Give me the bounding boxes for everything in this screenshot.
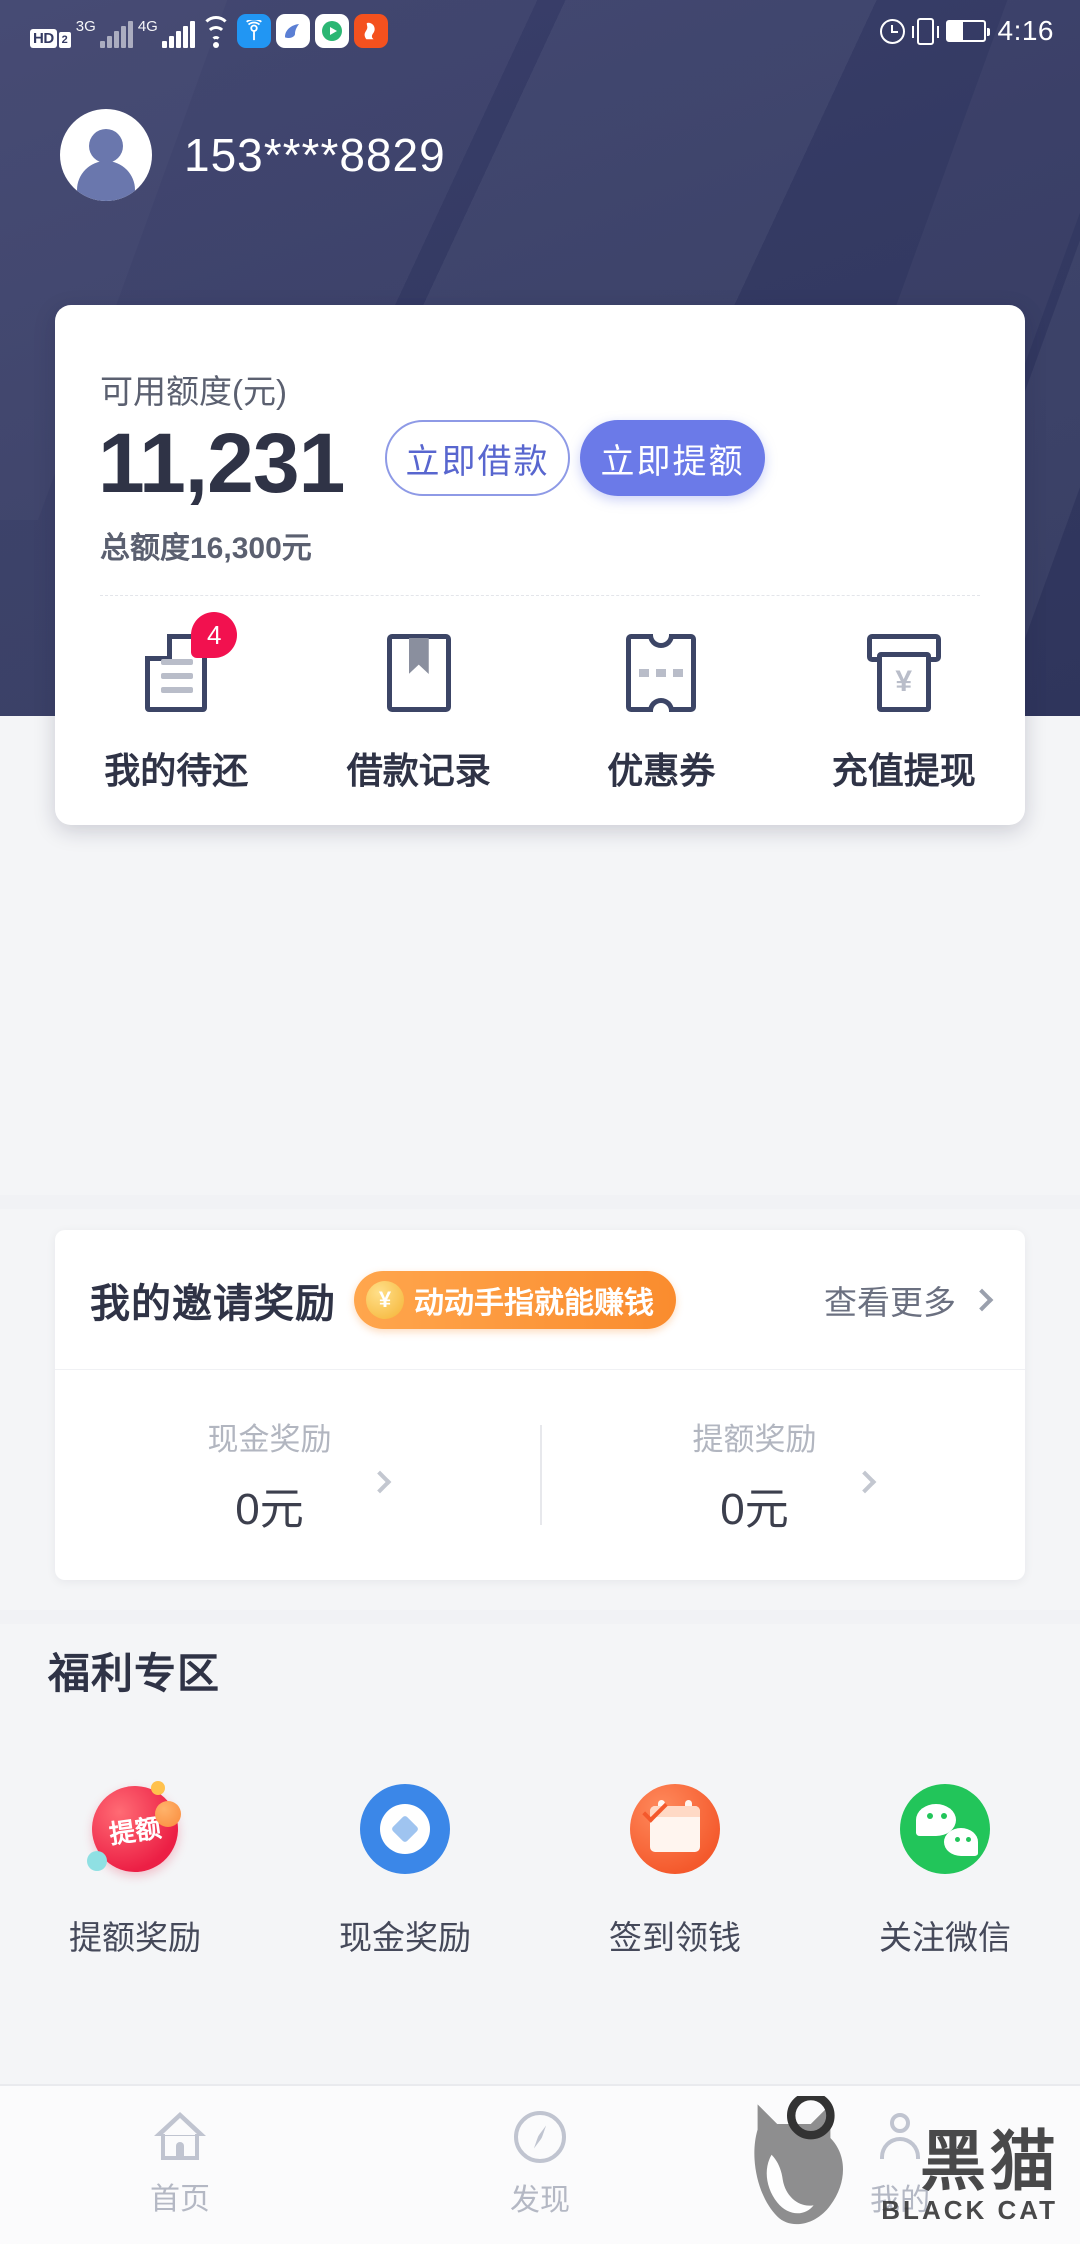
alarm-icon — [879, 18, 905, 44]
quick-action-my-repayment[interactable]: 4 我的待还 — [55, 612, 298, 794]
section-separator — [0, 1610, 1080, 1624]
stat-value: 0元 — [720, 1484, 789, 1534]
welfare-item-raise-reward[interactable]: 提额 提额奖励 — [0, 1780, 270, 1959]
profile-header[interactable]: 153****8829 — [0, 100, 1080, 210]
welfare-label: 现金奖励 — [339, 1919, 471, 1956]
wechat-icon — [897, 1781, 993, 1877]
document-icon: 4 — [137, 612, 238, 716]
welfare-title: 福利专区 — [48, 1650, 221, 1697]
credit-card: 可用额度(元) 11,231 立即借款 立即提额 总额度16,300元 4 我的… — [55, 305, 1025, 825]
network-2-label: 4G — [137, 18, 158, 35]
stat-value: 0元 — [235, 1484, 304, 1534]
invite-stat-cash-reward[interactable]: 现金奖励 0元 — [55, 1370, 540, 1580]
nav-item-mine[interactable]: 我的 — [720, 2086, 1080, 2244]
compass-icon — [514, 2111, 566, 2163]
4g-signal-icon: 4G — [138, 19, 195, 48]
quick-action-label: 借款记录 — [346, 750, 491, 791]
view-more-link[interactable]: 查看更多 — [824, 1276, 994, 1324]
battery-icon — [945, 20, 990, 42]
coin-icon: ¥ — [366, 1280, 404, 1319]
welfare-label: 签到领钱 — [609, 1919, 741, 1956]
view-more-label: 查看更多 — [824, 1283, 956, 1321]
chevron-right-icon — [853, 1470, 876, 1494]
invite-promo-tag: ¥ 动动手指就能赚钱 — [354, 1270, 676, 1329]
coupon-ticket-icon — [622, 630, 700, 716]
quick-action-coupons[interactable]: 优惠券 — [540, 630, 783, 794]
sim-icon: 2 — [58, 32, 71, 48]
raise-limit-button[interactable]: 立即提额 — [580, 420, 765, 496]
quick-action-label: 优惠券 — [607, 750, 716, 791]
nav-label: 首页 — [150, 2183, 210, 2216]
network-1-label: 3G — [75, 18, 96, 35]
invite-header: 我的邀请奖励 ¥ 动动手指就能赚钱 查看更多 — [55, 1230, 1025, 1370]
bookmark-icon — [380, 630, 458, 716]
clock-time: 4:16 — [997, 15, 1054, 46]
atm-yuan-icon: ¥ — [865, 630, 943, 716]
status-badge: 4 — [191, 612, 238, 658]
bottom-navigation: 首页 发现 我的 — [0, 2084, 1080, 2244]
wifi-icon — [200, 16, 232, 48]
stat-name: 提额奖励 — [692, 1421, 817, 1457]
gps-icon — [236, 14, 271, 48]
checkin-calendar-icon — [627, 1781, 723, 1877]
welfare-item-checkin[interactable]: 签到领钱 — [540, 1781, 810, 1959]
available-credit-label: 可用额度(元) — [100, 373, 287, 410]
nav-label: 我的 — [870, 2184, 930, 2217]
signal-bars — [99, 21, 133, 48]
3g-signal-icon: 3G — [76, 19, 133, 48]
nav-label: 发现 — [510, 2184, 570, 2217]
invite-title: 我的邀请奖励 — [90, 1281, 336, 1326]
chevron-right-icon — [368, 1470, 391, 1494]
welfare-label: 关注微信 — [879, 1919, 1011, 1956]
total-credit-label: 总额度16,300元 — [100, 532, 312, 565]
stat-name: 现金奖励 — [207, 1421, 332, 1457]
status-bar-right: 4:16 — [879, 15, 1055, 47]
raise-credit-ball-icon: 提额 — [86, 1780, 184, 1878]
welfare-item-wechat[interactable]: 关注微信 — [810, 1781, 1080, 1959]
quick-actions-row: 4 我的待还 借款记录 优惠券 ¥ 充值提现 — [55, 612, 1026, 794]
phone-number: 153****8829 — [184, 129, 446, 181]
nav-item-home[interactable]: 首页 — [0, 2086, 360, 2244]
chevron-right-icon — [970, 1288, 994, 1311]
welfare-label: 提额奖励 — [69, 1919, 201, 1956]
welfare-section: 福利专区 提额 提额奖励 现金奖励 签到领钱 关注微信 — [0, 1640, 1080, 1959]
nav-item-discover[interactable]: 发现 — [360, 2086, 720, 2244]
hd-icon: HD 2 — [30, 29, 71, 48]
invite-stats-row: 现金奖励 0元 提额奖励 0元 — [55, 1370, 1025, 1580]
play-app-icon — [314, 14, 349, 48]
hd-label: HD — [30, 29, 57, 48]
quick-action-label: 我的待还 — [104, 750, 249, 791]
invite-tag-label: 动动手指就能赚钱 — [414, 1286, 654, 1320]
card-divider — [100, 595, 980, 596]
available-credit-amount: 11,231 — [98, 416, 345, 510]
vibrate-icon — [911, 17, 939, 45]
uc-browser-icon — [353, 14, 388, 48]
home-icon — [154, 2112, 206, 2162]
status-bar-left: HD 2 3G 4G — [30, 14, 388, 48]
avatar-body — [77, 161, 135, 201]
invite-rewards-card: 我的邀请奖励 ¥ 动动手指就能赚钱 查看更多 现金奖励 0元 提额奖励 0元 — [55, 1230, 1025, 1580]
welfare-grid: 提额 提额奖励 现金奖励 签到领钱 关注微信 — [0, 1780, 1080, 1959]
quick-action-loan-records[interactable]: 借款记录 — [298, 630, 541, 794]
signal-bars — [161, 21, 195, 48]
person-icon — [874, 2111, 926, 2163]
avatar-head — [89, 129, 123, 163]
quick-action-label: 充值提现 — [831, 750, 976, 791]
welfare-item-cash-reward[interactable]: 现金奖励 — [270, 1781, 540, 1959]
section-separator — [0, 1195, 1080, 1209]
invite-stat-raise-reward[interactable]: 提额奖励 0元 — [540, 1370, 1025, 1580]
avatar[interactable] — [60, 109, 152, 201]
status-bar: HD 2 3G 4G 4:16 — [0, 0, 1080, 62]
borrow-now-button[interactable]: 立即借款 — [385, 420, 570, 496]
cloud-app-icon — [275, 14, 310, 48]
quick-action-recharge-withdraw[interactable]: ¥ 充值提现 — [783, 630, 1026, 794]
cash-reward-circle-icon — [357, 1781, 453, 1877]
